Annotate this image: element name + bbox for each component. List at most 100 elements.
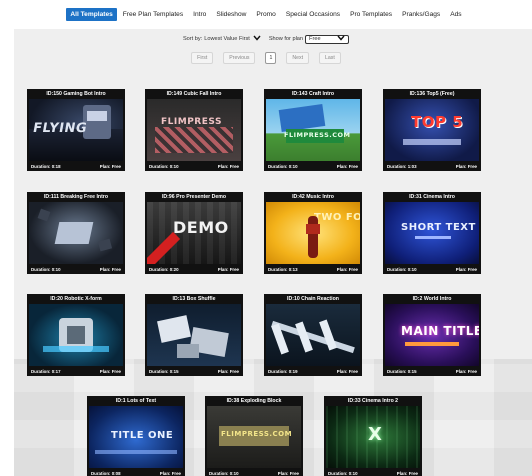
template-thumbnail[interactable] <box>266 304 360 366</box>
previous-page-button[interactable]: Previous <box>223 52 256 64</box>
template-plan: Plan: Free <box>396 470 418 476</box>
chevron-down-icon <box>253 35 261 43</box>
template-plan: Plan: Free <box>217 163 239 169</box>
thumbnail-text: X <box>368 424 383 445</box>
template-plan: Plan: Free <box>455 368 477 374</box>
sort-label: Sort by: <box>182 36 203 42</box>
template-title: ID:136 Top5 (Free) <box>409 91 455 97</box>
template-meta: Duration: 0:15 Plan: Free <box>383 366 481 376</box>
template-duration: Duration: 0:18 <box>31 163 61 169</box>
template-plan: Plan: Free <box>455 266 477 272</box>
template-card-pro-presenter[interactable]: ID:96 Pro Presenter Demo DEMO Duration: … <box>145 192 243 274</box>
template-plan: Plan: Free <box>159 470 181 476</box>
sort-select[interactable]: Lowest Value First <box>204 35 261 43</box>
template-meta: Duration: 0:10 Plan: Free <box>264 161 362 171</box>
template-thumbnail[interactable]: FLIMPRESS.COM <box>207 406 301 468</box>
template-card-top5[interactable]: ID:136 Top5 (Free) TOP 5 Duration: 1:03 … <box>383 89 481 171</box>
template-thumbnail[interactable] <box>147 304 241 366</box>
template-title: ID:150 Gaming Bot Intro <box>46 91 106 97</box>
tab-special-occasions[interactable]: Special Occasions <box>282 8 344 21</box>
tab-pro-templates[interactable]: Pro Templates <box>346 8 396 21</box>
thumbnail-text: DEMO <box>173 218 229 237</box>
template-card-gaming-bot[interactable]: ID:150 Gaming Bot Intro FLYING Duration:… <box>27 89 125 171</box>
current-page-button[interactable]: 1 <box>265 52 277 64</box>
template-meta: Duration: 0:15 Plan: Free <box>145 366 243 376</box>
last-page-button[interactable]: Last <box>319 52 341 64</box>
tab-pranks-gags[interactable]: Pranks/Gags <box>398 8 444 21</box>
template-card-craft[interactable]: ID:143 Craft Intro FLIMPRESS.COM Duratio… <box>264 89 362 171</box>
template-thumbnail[interactable]: SHORT TEXT <box>385 202 479 264</box>
thumbnail-text: TITLE ONE <box>111 430 174 441</box>
plan-value: Free <box>309 36 321 42</box>
template-title: ID:13 Box Shuffle <box>172 296 216 302</box>
template-duration: Duration: 0:08 <box>91 470 121 476</box>
sort-value: Lowest Value First <box>204 36 250 42</box>
tab-slideshow[interactable]: Slideshow <box>212 8 250 21</box>
template-meta: Duration: 1:03 Plan: Free <box>383 161 481 171</box>
template-card-cinema[interactable]: ID:31 Cinema Intro SHORT TEXT Duration: … <box>383 192 481 274</box>
template-meta: Duration: 0:10 Plan: Free <box>383 264 481 274</box>
template-plan: Plan: Free <box>99 163 121 169</box>
template-thumbnail[interactable] <box>29 202 123 264</box>
template-duration: Duration: 0:10 <box>31 266 61 272</box>
template-duration: Duration: 0:20 <box>149 266 179 272</box>
tab-all-templates[interactable]: All Templates <box>66 8 117 21</box>
template-title: ID:10 Chain Reaction <box>287 296 339 302</box>
template-meta: Duration: 0:20 Plan: Free <box>145 264 243 274</box>
template-title: ID:33 Cinema Intro 2 <box>347 398 399 404</box>
template-duration: Duration: 0:10 <box>268 163 298 169</box>
template-plan: Plan: Free <box>336 163 358 169</box>
template-plan: Plan: Free <box>99 266 121 272</box>
template-card-cinema-intro-2[interactable]: ID:33 Cinema Intro 2 X Duration: 0:10 Pl… <box>324 396 422 476</box>
template-card-box-shuffle[interactable]: ID:13 Box Shuffle Duration: 0:15 Plan: F… <box>145 294 243 376</box>
thumbnail-text: TWO FOUR <box>314 212 360 223</box>
template-thumbnail[interactable]: TOP 5 <box>385 99 479 161</box>
template-thumbnail[interactable]: FLYING <box>29 99 123 161</box>
template-title: ID:42 Music Intro <box>292 194 334 200</box>
tab-intro[interactable]: Intro <box>189 8 210 21</box>
template-thumbnail[interactable]: MAIN TITLE <box>385 304 479 366</box>
template-thumbnail[interactable]: DEMO <box>147 202 241 264</box>
template-meta: Duration: 0:08 Plan: Free <box>87 468 185 476</box>
template-card-world-intro[interactable]: ID:2 World Intro MAIN TITLE Duration: 0:… <box>383 294 481 376</box>
thumbnail-text: FLIMPRESS <box>161 117 222 127</box>
thumbnail-text: SHORT TEXT <box>401 222 476 233</box>
template-card-music[interactable]: ID:42 Music Intro TWO FOUR Duration: 0:1… <box>264 192 362 274</box>
template-plan: Plan: Free <box>336 266 358 272</box>
template-card-exploding-block[interactable]: ID:38 Exploding Block FLIMPRESS.COM Dura… <box>205 396 303 476</box>
thumbnail-text: FLIMPRESS.COM <box>284 131 351 139</box>
thumbnail-text: FLIMPRESS.COM <box>221 430 293 438</box>
template-thumbnail[interactable]: X <box>326 406 420 468</box>
first-page-button[interactable]: First <box>191 52 214 64</box>
template-duration: Duration: 0:15 <box>387 368 417 374</box>
template-card-lots-of-text[interactable]: ID:1 Lots of Text TITLE ONE Duration: 0:… <box>87 396 185 476</box>
template-duration: Duration: 0:10 <box>328 470 358 476</box>
template-plan: Plan: Free <box>217 368 239 374</box>
template-meta: Duration: 0:10 Plan: Free <box>205 468 303 476</box>
template-card-robotic-x-form[interactable]: ID:20 Robotic X-form Duration: 0:17 Plan… <box>27 294 125 376</box>
template-duration: Duration: 0:13 <box>268 266 298 272</box>
template-thumbnail[interactable]: TWO FOUR <box>266 202 360 264</box>
template-meta: Duration: 0:13 Plan: Free <box>264 264 362 274</box>
template-thumbnail[interactable]: TITLE ONE <box>89 406 183 468</box>
template-meta: Duration: 0:10 Plan: Free <box>324 468 422 476</box>
next-page-button[interactable]: Next <box>286 52 310 64</box>
template-title: ID:111 Breaking Free Intro <box>43 194 108 200</box>
template-duration: Duration: 0:17 <box>31 368 61 374</box>
template-thumbnail[interactable]: FLIMPRESS <box>147 99 241 161</box>
filter-controls: Sort by: Lowest Value First Show for pla… <box>0 33 532 45</box>
plan-select[interactable]: Free <box>305 34 350 44</box>
template-title: ID:143 Craft Intro <box>291 91 335 97</box>
tab-promo[interactable]: Promo <box>252 8 279 21</box>
tab-ads[interactable]: Ads <box>446 8 465 21</box>
template-duration: Duration: 0:19 <box>268 368 298 374</box>
template-card-cubic-fall[interactable]: ID:149 Cubic Fall Intro FLIMPRESS Durati… <box>145 89 243 171</box>
template-card-chain-reaction[interactable]: ID:10 Chain Reaction Duration: 0:19 Plan… <box>264 294 362 376</box>
template-title: ID:2 World Intro <box>412 296 452 302</box>
template-card-breaking-free[interactable]: ID:111 Breaking Free Intro Duration: 0:1… <box>27 192 125 274</box>
chevron-down-icon <box>337 35 345 43</box>
template-plan: Plan: Free <box>217 266 239 272</box>
tab-free-plan-templates[interactable]: Free Plan Templates <box>119 8 187 21</box>
template-thumbnail[interactable] <box>29 304 123 366</box>
template-thumbnail[interactable]: FLIMPRESS.COM <box>266 99 360 161</box>
